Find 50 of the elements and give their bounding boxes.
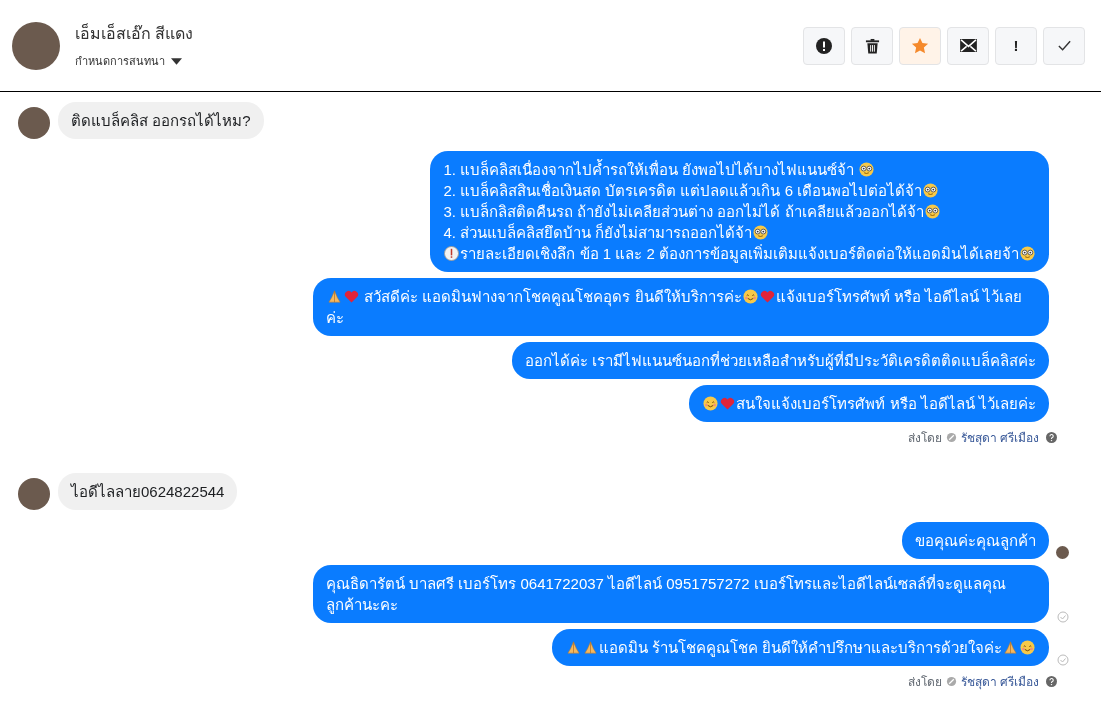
praying-hands-icon [1003,640,1018,655]
sent-by-label: ส่งโดย [907,674,942,691]
blocked-icon [945,432,957,443]
check-button[interactable] [1043,26,1085,65]
outgoing-message-bubble: สนใจแจ้งเบอร์โทรศัพท์ หรือ ไอดีไลน์ ไว้เลยค่ะ [689,385,1049,422]
praying-hands-icon [582,640,598,655]
alert-icon [816,37,832,54]
blocked-icon [945,676,957,687]
outgoing-message-bubble: คุณธิดารัตน์ บาลศรี เบอร์โทร 0641722037 ไอดีไลน์ 0951757272 เบอร์โทรและไอดีไลน์เซลล์ที่จะดูแลคุณลูกค้านะคะ [313,565,1049,623]
praying-hands-icon [327,289,342,304]
outgoing-message-bubble: แอดมิน ร้านโชคคูณโชค ยินดีให้คำปรึกษาและบริการด้วยใจค่ะ [551,629,1049,666]
smiling-face-icon [742,289,758,304]
incoming-message-bubble: ติดแบล็คลิส ออกรถได้ไหม? [58,102,264,139]
conversation-menu-dropdown[interactable]: กำหนดการสนทนา [75,52,194,70]
outgoing-message-bubble: 1. แบล็คลิสเนื่องจากไปค้ำรถให้เพื่อน ยังพอไปได้บางไฟแนนซ์จ้า 2. แบล็คลิสสินเชื่อเงินสด บัตรเครดิต แต่ปลดแล้วเกิน 6 เดือนพอไปต่อได้จ้า 3. แบล็กลิสติดคืนรถ ถ้ายังไม่เคลียส่วนต่าง ออกไม่ได้ ถ้าเคลียแล้วออกได้จ้า 4. ส่วนแบล็คลิสยึดบ้าน ก็ยังไม่สามารถออกได้จ้า รายละเอียดเชิงลึก ข้อ 1 และ 2 ต้องการข้อมูลเพิ่มเติมแจ้งเบอร์ติดต่อให้แอดมินได้เลยจ้า [430,151,1049,272]
sender-name: รัชสุดา ศรีเมือง [960,674,1039,691]
alert-button[interactable] [803,26,845,65]
info-icon [444,246,460,261]
smiling-face-icon [1020,640,1035,655]
sender-name: รัชสุดา ศรีเมือง [960,430,1039,447]
star-icon [911,36,929,55]
glasses-face-icon [923,183,939,198]
exclamation-button[interactable]: ! [995,26,1037,65]
praying-hands-icon [565,640,581,655]
heart-icon [759,289,775,304]
incoming-message-bubble: ไอดีไลลาย0624822544 [58,473,238,510]
heart-icon [720,396,736,411]
outgoing-message-bubble: สวัสดีค่ะ แอดมินฟางจากโชคคูณโชคอุดร ยินดีให้บริการค่ะ แจ้งเบอร์โทรศัพท์ หรือ ไอดีไลน์ ไว้เลยค่ะ [313,278,1049,336]
glasses-face-icon [1020,246,1035,261]
avatar-photo-placeholder [18,107,50,139]
contact-name: เอ็มเอ็สเอ๊ก สีแดง [75,22,194,44]
caret-icon [171,57,182,65]
glasses-face-icon [859,162,875,177]
sent-by-label: ส่งโดย [907,430,942,447]
delete-button[interactable] [851,26,893,65]
help-icon [1046,432,1057,443]
outgoing-message-bubble: ออกได้ค่ะ เรามีไฟแนนซ์นอกที่ช่วยเหลือสำหรับผู้ที่มีประวัติเครดิตติดแบล็คลิสค่ะ [511,342,1049,379]
help-icon [1046,676,1057,687]
check-icon [1056,38,1072,53]
envelope-icon [959,39,977,52]
mail-button[interactable] [947,26,989,65]
glasses-face-icon [753,225,769,240]
avatar-photo-placeholder [12,21,60,70]
star-button[interactable] [899,26,941,65]
glasses-face-icon [924,204,940,219]
heart-icon [344,289,359,304]
avatar-photo-placeholder [18,478,50,510]
trash-icon [864,37,880,54]
smiling-face-icon [703,396,719,411]
outgoing-message-bubble: ขอคุณค่ะคุณลูกค้า [902,522,1049,559]
